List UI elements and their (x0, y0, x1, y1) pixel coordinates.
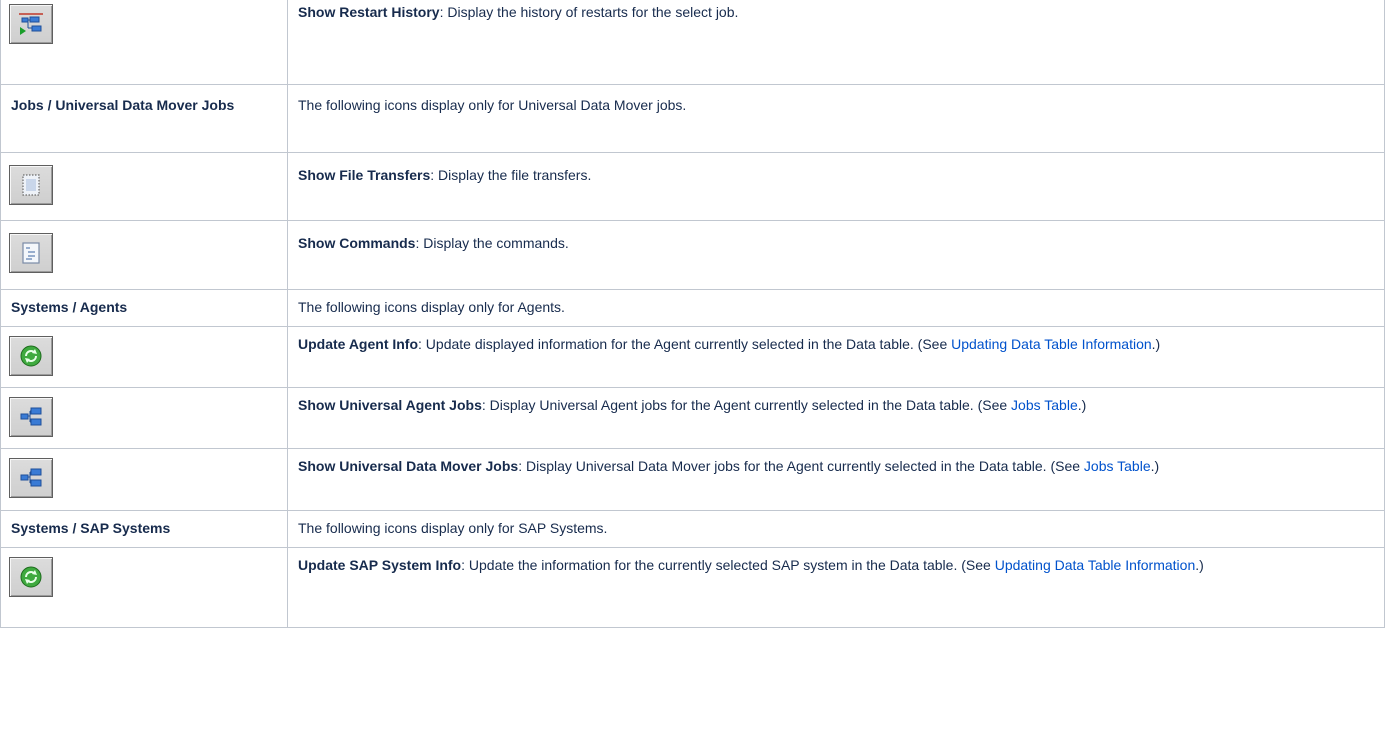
item-description: : Display Universal Agent jobs for the A… (481, 396, 1012, 413)
item-description-tail: .) (1150, 457, 1160, 474)
restart-history-icon[interactable] (9, 4, 53, 44)
section-description: The following icons display only for Uni… (298, 96, 687, 113)
section-description: The following icons display only for Age… (298, 298, 565, 315)
section-label: Systems / Agents (11, 298, 128, 315)
table-row: Jobs / Universal Data Mover Jobs The fol… (0, 83, 1385, 153)
updating-data-table-link[interactable]: Updating Data Table Information (951, 336, 1152, 352)
item-description-tail: .) (1077, 396, 1087, 413)
file-transfers-icon[interactable] (9, 164, 53, 205)
item-title: Show Universal Agent Jobs (298, 396, 482, 413)
section-description: The following icons display only for SAP… (298, 519, 608, 536)
item-title: Update SAP System Info (298, 556, 462, 573)
updating-data-table-link[interactable]: Updating Data Table Information (995, 557, 1196, 573)
item-description: : Update the information for the current… (461, 556, 995, 573)
item-description: : Display the file transfers. (430, 166, 592, 183)
jobs-tree-icon[interactable] (9, 396, 53, 437)
table-row: Systems / SAP Systems The following icon… (0, 509, 1385, 548)
refresh-icon[interactable] (9, 556, 53, 597)
item-description-tail: .) (1195, 556, 1204, 573)
table-row: Show Commands: Display the commands. (0, 219, 1385, 290)
table-row: Show Universal Agent Jobs: Display Unive… (0, 386, 1385, 449)
table-row: Show File Transfers: Display the file tr… (0, 151, 1385, 221)
jobs-table-link[interactable]: Jobs Table (1084, 458, 1151, 474)
section-label: Jobs / Universal Data Mover Jobs (11, 96, 235, 113)
item-description-tail: .) (1151, 335, 1161, 352)
item-description: : Display the commands. (415, 234, 569, 251)
item-title: Show Universal Data Mover Jobs (298, 457, 519, 474)
item-title: Update Agent Info (298, 335, 419, 352)
table-row: Show Restart History: Display the histor… (0, 0, 1385, 85)
table-row: Update Agent Info: Update displayed info… (0, 325, 1385, 388)
table-row: Show Universal Data Mover Jobs: Display … (0, 447, 1385, 511)
item-description: : Display Universal Data Mover jobs for … (518, 457, 1084, 474)
item-title: Show Commands (298, 234, 416, 251)
table-row: Update SAP System Info: Update the infor… (0, 546, 1385, 628)
item-description: : Display the history of restarts for th… (439, 4, 739, 20)
item-title: Show File Transfers (298, 166, 431, 183)
jobs-tree-icon[interactable] (9, 457, 53, 498)
item-title: Show Restart History (298, 4, 440, 20)
jobs-table-link[interactable]: Jobs Table (1011, 397, 1078, 413)
refresh-icon[interactable] (9, 335, 53, 376)
item-description: : Update displayed information for the A… (418, 335, 952, 352)
icon-reference-table: Show Restart History: Display the histor… (0, 0, 1385, 628)
commands-icon[interactable] (9, 232, 53, 273)
table-row: Systems / Agents The following icons dis… (0, 288, 1385, 327)
section-label: Systems / SAP Systems (11, 519, 171, 536)
